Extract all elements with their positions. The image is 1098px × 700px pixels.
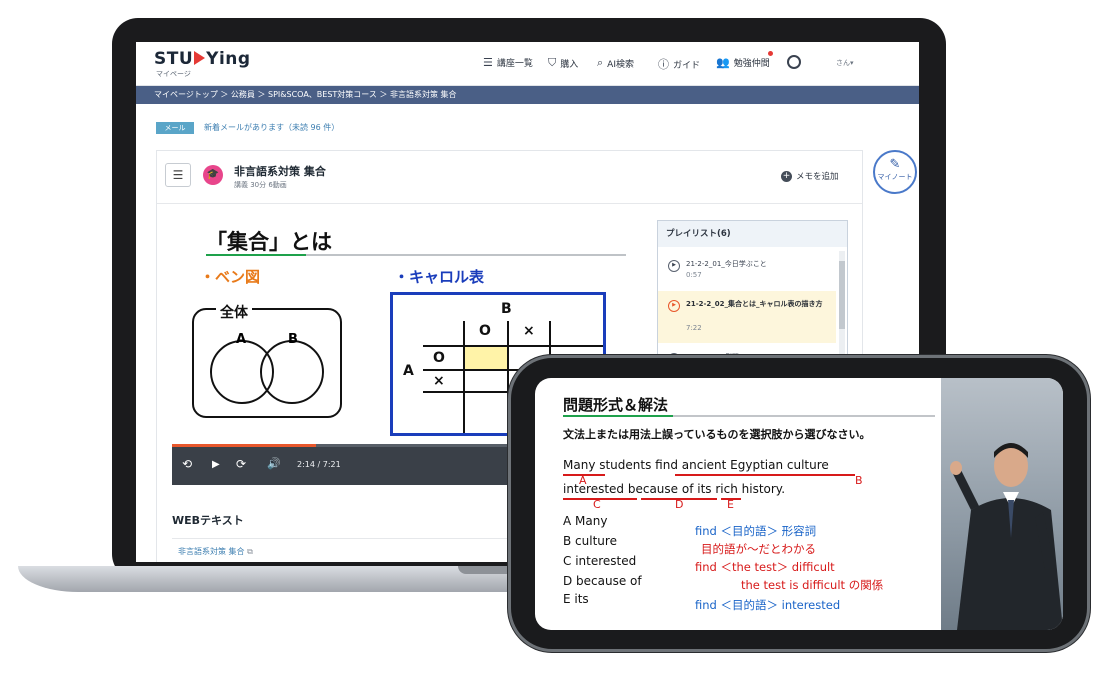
option-c: C interested [563,554,637,568]
course-title: 非言語系対策 集合 [234,165,326,178]
underline-b [675,474,855,476]
mynote-button[interactable]: ✎ マイノート [873,150,917,194]
playlist-item[interactable]: ▶ 21-2-2_01_今日学ぶこと 0:57 [658,251,836,291]
playlist-item-duration: 0:57 [686,271,702,279]
letter-b: B [855,474,863,487]
play-circle-icon: ▶ [668,300,680,312]
nav-label: 購入 [560,59,579,70]
mynote-label: マイノート [877,173,913,181]
playlist-item-title: 21-2-2_02_集合とは_キャロル表の描き方 [686,300,823,308]
letter-c: C [593,498,601,511]
nav-ai-search[interactable]: ⌕ AI検索 [597,56,634,70]
note-3: find ＜the test＞ difficult [695,560,835,574]
playlist-header: プレイリスト(6) [658,221,847,247]
nav-guide[interactable]: ⓘ ガイド [658,56,700,72]
venn-a-label: A [236,332,247,347]
carroll-x-header: × [523,323,535,339]
venn-circle-b [260,340,324,404]
user-menu[interactable]: さん▾ [836,58,854,68]
slide-title: 「集合」とは [206,230,332,254]
carroll-o-header: O [479,323,491,339]
instructor-figure [950,443,1063,630]
webtext-heading: WEBテキスト [172,514,244,527]
external-link-icon: ⧉ [247,547,253,556]
letter-d: D [675,498,684,511]
carroll-o-row: O [433,350,445,366]
title-underline [673,415,935,417]
letter-e: E [727,498,734,511]
breadcrumb[interactable]: マイページトップ ＞ 公務員 ＞ SPI&SCOA、BEST対策コース ＞ 非言… [136,86,919,104]
playlist-item-title: 21-2-2_01_今日学ぶこと [686,260,767,268]
question-text: 文法上または用法上誤っているものを選択肢から選びなさい。 [563,428,871,441]
phone-frame: 問題形式＆解法 文法上または用法上誤っているものを選択肢から選びなさい。 Man… [508,355,1090,652]
note-2: 目的語が～だとわかる [701,542,816,556]
note-5: find ＜目的語＞ interested [695,598,841,612]
nav-label: AI検索 [607,59,634,70]
option-d: D because of [563,574,642,588]
carroll-b-label: B [501,301,512,317]
menu-button[interactable]: ☰ [165,163,191,187]
forward-10-icon[interactable]: ⟳ [236,457,246,471]
play-icon[interactable]: ▶ [212,459,220,470]
venn-b-label: B [288,332,298,347]
list-icon: ☰ [483,56,493,69]
add-memo-label: メモを追加 [796,172,839,182]
search-icon: ⌕ [597,56,604,69]
webtext-link-label: 非言語系対策 集合 [178,547,245,556]
notification-dot [768,51,773,56]
video-time: 2:14 / 7:21 [297,460,341,469]
play-triangle-icon [194,51,206,65]
venn-label: ・ベン図 [200,268,261,286]
phone-screen[interactable]: 問題形式＆解法 文法上または用法上誤っているものを選択肢から選びなさい。 Man… [535,378,1063,630]
option-a: A Many [563,514,608,528]
logo-subtitle: マイページ [156,70,191,78]
play-circle-icon: ▶ [668,260,680,272]
playlist-scroll-thumb[interactable] [839,261,845,329]
nav-course-list[interactable]: ☰ 講座一覧 [483,56,533,69]
nav-label: 勉強仲間 [733,59,770,69]
rewind-10-icon[interactable]: ⟲ [182,457,192,471]
sentence-line-2: interested because of its rich history. [563,482,786,496]
highlight-cell [465,347,507,369]
site-header: STU Ying マイページ ☰ 講座一覧 ⛉ 購入 ⌕ AI検索 ⓘ ガイド 👥 勉強仲間… [136,42,919,86]
plus-icon: + [781,170,792,182]
add-memo-button[interactable]: + メモを追加 [781,170,839,182]
sentence-line-1: Many students find ancient Egyptian cult… [563,458,829,472]
divider [157,203,862,204]
course-meta: 講義 30分 6動画 [234,181,287,189]
nav-label: 講座一覧 [496,59,533,69]
help-icon: ⓘ [658,58,669,71]
playlist-item-duration: 7:22 [686,324,702,332]
option-b: B culture [563,534,617,548]
mail-link[interactable]: 新着メールがあります（未読 96 件） [204,122,339,134]
people-icon: 👥 [716,56,730,69]
note-1: find ＜目的語＞ 形容詞 [695,524,817,538]
user-icon[interactable] [787,55,801,69]
slide-underline-accent [206,254,306,256]
grid-line [423,345,603,347]
nav-purchase[interactable]: ⛉ 購入 [548,56,578,70]
carroll-label: ・キャロル表 [394,268,485,286]
volume-icon[interactable]: 🔊 [267,457,281,470]
option-e: E its [563,592,589,606]
nav-label: ガイド [673,60,701,71]
pencil-icon: ✎ [889,157,901,172]
graduation-cap-icon: 🎓 [203,165,223,185]
playlist: プレイリスト(6) ▶ 21-2-2_01_今日学ぶこと 0:57 ▶ 21-2… [657,220,848,370]
venn-universe-label: 全体 [216,302,252,322]
note-4: the test is difficult の関係 [741,578,884,592]
bag-icon: ⛉ [548,56,557,69]
grid-line [463,321,465,433]
phone-slide-title: 問題形式＆解法 [563,396,669,414]
mail-badge: メール [156,122,194,134]
title-underline-accent [563,415,673,417]
carroll-x-row: × [433,373,445,389]
carroll-a-label: A [403,363,414,379]
stage: STU Ying マイページ ☰ 講座一覧 ⛉ 購入 ⌕ AI検索 ⓘ ガイド 👥 勉強仲間… [0,0,1098,700]
logo[interactable]: STU Ying [154,49,251,69]
playlist-item-active[interactable]: ▶ 21-2-2_02_集合とは_キャロル表の描き方 7:22 [658,291,836,343]
nav-study-mates[interactable]: 👥 勉強仲間 [716,56,770,69]
